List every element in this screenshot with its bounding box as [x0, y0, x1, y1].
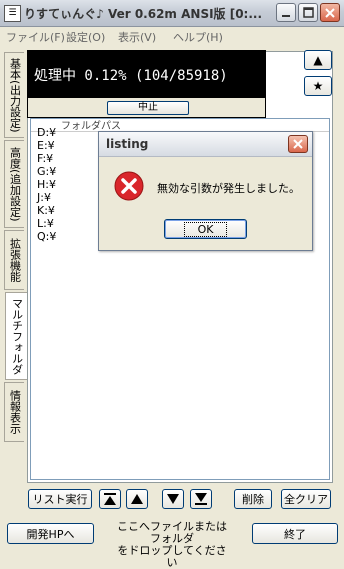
move-to-bottom-icon [195, 493, 207, 505]
list-item[interactable]: J:¥ [37, 192, 51, 204]
list-item[interactable]: H:¥ [37, 179, 56, 191]
dialog-title-bar: listing [99, 132, 312, 157]
maximize-button[interactable] [298, 3, 318, 22]
move-down-button[interactable] [162, 489, 184, 509]
list-item[interactable]: G:¥ [37, 166, 56, 178]
error-dialog: listing 無効な引数が発生しました。 OK [98, 131, 313, 251]
tab-label: 高度(追加設定) [8, 146, 22, 222]
app-icon: ☰ [4, 5, 21, 22]
move-bottom-button[interactable] [190, 489, 212, 509]
tab-advanced[interactable]: 高度(追加設定) [4, 140, 24, 228]
arrow-down-icon [167, 494, 179, 504]
clear-all-button[interactable]: 全クリア [281, 489, 331, 509]
menu-help[interactable]: ヘルプ(H) [173, 29, 223, 45]
minimize-icon [282, 14, 290, 17]
move-top-button[interactable] [99, 489, 121, 509]
delete-button[interactable]: 削除 [234, 489, 272, 509]
tab-label: 情報表示 [8, 390, 22, 434]
drop-hint-line1: ここへファイルまたはフォルダ [117, 520, 227, 545]
dev-homepage-button[interactable]: 開発HPへ [7, 523, 94, 544]
menu-settings[interactable]: 設定(O) [66, 29, 105, 45]
exit-button[interactable]: 終了 [252, 523, 338, 544]
list-header-label: フォルダパス [61, 121, 121, 132]
tab-basic-output[interactable]: 基本(出力設定) [4, 52, 24, 138]
dialog-close-button[interactable] [288, 135, 308, 153]
stop-button[interactable]: 中止 [107, 101, 189, 115]
progress-overlay: 処理中 0.12% (104/85918) 中止 [27, 50, 266, 118]
move-up-button[interactable]: ▲ [304, 50, 332, 70]
title-bar: ☰ りすてぃんぐ♪ Ver 0.62m ANSI版 [0:... [0, 0, 344, 27]
tab-label: マルチフォルダ [10, 297, 24, 375]
favorite-button[interactable]: ★ [304, 76, 332, 96]
drop-zone-hint[interactable]: ここへファイルまたはフォルダ をドロップしてください [112, 521, 232, 569]
close-icon [293, 139, 303, 149]
progress-status: 処理中 0.12% (104/85918) [34, 68, 228, 84]
menu-view[interactable]: 表示(V) [118, 29, 156, 45]
menu-file[interactable]: ファイル(F) [6, 29, 65, 45]
move-to-top-icon [104, 493, 116, 505]
error-icon [114, 171, 144, 201]
maximize-icon [302, 7, 314, 18]
minimize-button[interactable] [276, 3, 296, 22]
tab-info[interactable]: 情報表示 [4, 382, 24, 442]
ok-button-label: OK [183, 221, 228, 237]
menu-bar: ファイル(F) 設定(O) 表示(V) ヘルプ(H) [0, 27, 344, 45]
ok-button[interactable]: OK [164, 219, 247, 239]
tab-label: 拡張機能 [8, 238, 22, 282]
arrow-up-icon [131, 494, 143, 504]
dialog-message: 無効な引数が発生しました。 [157, 182, 300, 195]
list-item[interactable]: E:¥ [37, 140, 55, 152]
list-item[interactable]: F:¥ [37, 153, 53, 165]
list-item[interactable]: L:¥ [37, 218, 54, 230]
dialog-title: listing [106, 137, 149, 151]
tab-label: 基本(出力設定) [8, 57, 22, 133]
drop-hint-line2: をドロップしてください [117, 544, 227, 569]
list-item[interactable]: D:¥ [37, 127, 56, 139]
run-list-button[interactable]: リスト実行 [28, 489, 92, 509]
window-title: りすてぃんぐ♪ Ver 0.62m ANSI版 [0:... [24, 7, 263, 21]
list-item[interactable]: K:¥ [37, 205, 55, 217]
move-up-button-2[interactable] [126, 489, 148, 509]
tab-multi-folder[interactable]: マルチフォルダ [5, 292, 27, 380]
tab-extensions[interactable]: 拡張機能 [4, 230, 24, 290]
list-item[interactable]: Q:¥ [37, 231, 56, 243]
close-icon [325, 7, 335, 18]
close-button[interactable] [320, 3, 340, 22]
